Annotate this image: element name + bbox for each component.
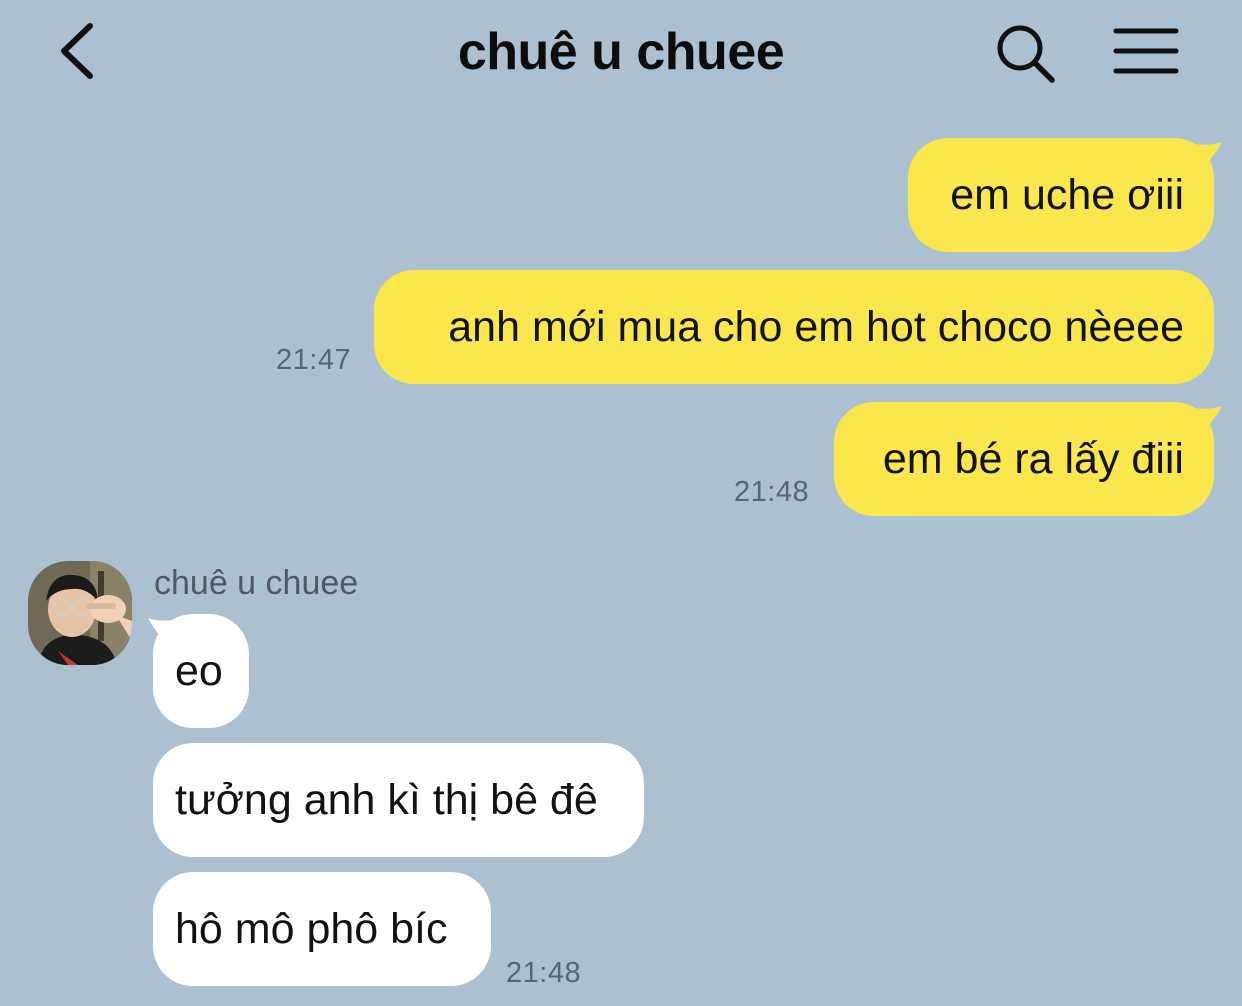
message-timestamp: 21:48 bbox=[506, 957, 582, 989]
profile-photo bbox=[28, 561, 132, 665]
sent-message-bubble[interactable]: anh mới mua cho em hot choco nèeee bbox=[374, 270, 1214, 384]
received-message-bubble[interactable]: hô mô phô bíc bbox=[153, 872, 491, 986]
message-text: anh mới mua cho em hot choco nèeee bbox=[448, 303, 1184, 351]
sender-name: chuê u chuee bbox=[154, 564, 359, 602]
hamburger-menu-icon bbox=[1113, 28, 1179, 74]
received-message-bubble[interactable]: eo bbox=[153, 614, 249, 728]
message-text: eo bbox=[175, 647, 223, 695]
message-text: hô mô phô bíc bbox=[175, 905, 448, 953]
received-message-bubble[interactable]: tưởng anh kì thị bê đê bbox=[153, 743, 644, 857]
sent-message-bubble[interactable]: em bé ra lấy điii bbox=[834, 402, 1214, 516]
message-text: em bé ra lấy điii bbox=[882, 435, 1184, 483]
sent-message-bubble[interactable]: em uche ơiii bbox=[908, 138, 1214, 252]
avatar[interactable] bbox=[28, 561, 132, 665]
message-timestamp: 21:47 bbox=[276, 344, 352, 376]
message-timestamp: 21:48 bbox=[734, 476, 810, 508]
message-text: tưởng anh kì thị bê đê bbox=[175, 776, 598, 824]
chat-header: chuê u chuee bbox=[0, 0, 1242, 110]
search-button[interactable] bbox=[992, 20, 1058, 86]
menu-button[interactable] bbox=[1110, 22, 1182, 82]
message-text: em uche ơiii bbox=[950, 171, 1184, 219]
search-icon bbox=[997, 25, 1055, 83]
